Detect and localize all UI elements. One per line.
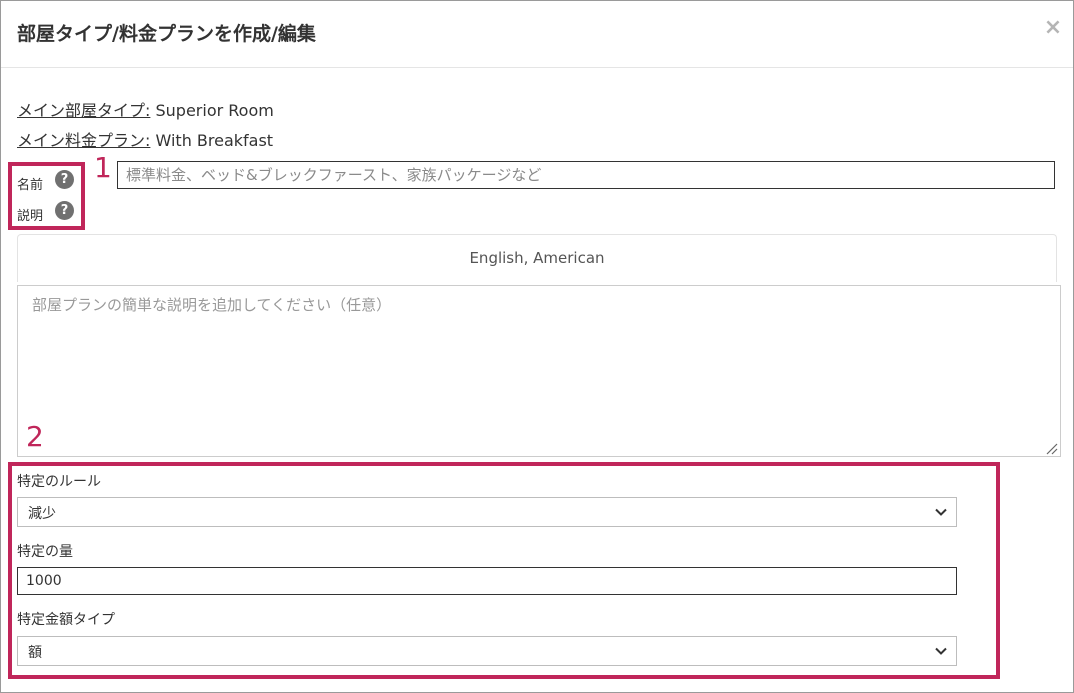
annotation-marker-1: 1 (94, 151, 112, 184)
edit-room-plan-dialog: 部屋タイプ/料金プランを作成/編集 × メイン部屋タイプ: Superior R… (0, 0, 1074, 693)
main-room-type-line: メイン部屋タイプ: Superior Room (17, 97, 274, 121)
dialog-title: 部屋タイプ/料金プランを作成/編集 (17, 23, 316, 45)
annotation-box-1 (8, 162, 85, 230)
main-rate-plan-value: With Breakfast (155, 131, 274, 150)
main-room-type-value: Superior Room (155, 101, 274, 120)
close-icon[interactable]: × (1043, 16, 1063, 40)
tab-language-english-american[interactable]: English, American (17, 234, 1057, 282)
annotation-marker-2: 2 (26, 420, 44, 453)
main-rate-plan-line: メイン料金プラン: With Breakfast (17, 127, 273, 151)
dialog-header: 部屋タイプ/料金プランを作成/編集 × (1, 1, 1073, 68)
name-input[interactable] (117, 161, 1055, 189)
main-rate-plan-label: メイン料金プラン: (17, 131, 151, 150)
description-textarea[interactable] (17, 285, 1061, 457)
main-room-type-label: メイン部屋タイプ: (17, 101, 151, 120)
annotation-box-2 (8, 462, 1000, 679)
resize-grip-icon[interactable] (1044, 441, 1058, 455)
